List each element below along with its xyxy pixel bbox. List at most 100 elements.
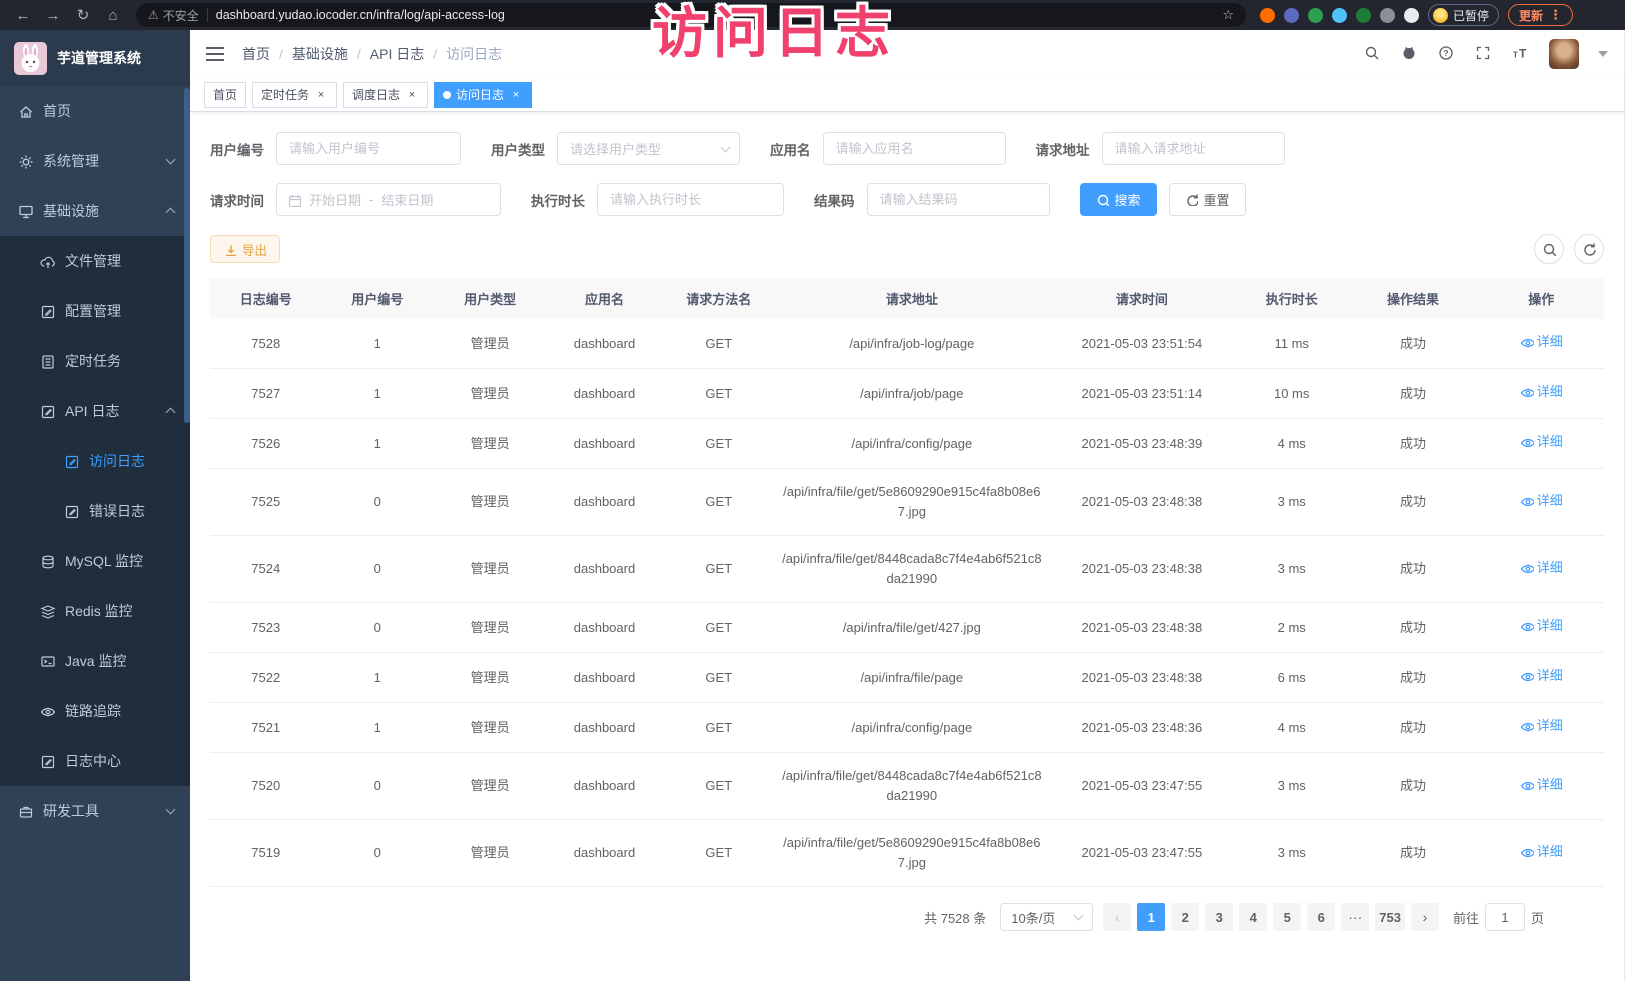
detail-link[interactable]: 详细: [1520, 491, 1563, 511]
jump-page-input[interactable]: [1485, 903, 1525, 931]
breadcrumb-item[interactable]: 首页: [242, 44, 270, 64]
date-range-picker[interactable]: 开始日期 - 结束日期: [276, 183, 501, 216]
page-button-753[interactable]: 753: [1375, 903, 1405, 931]
sidebar-item-错误日志[interactable]: 错误日志: [0, 486, 190, 536]
sidebar-item-api-日志[interactable]: API 日志: [0, 386, 190, 436]
extension-shield[interactable]: [1284, 8, 1299, 23]
access-log-icon: [64, 454, 79, 469]
paused-extension-badge[interactable]: 已暂停: [1428, 4, 1499, 26]
java-icon: [40, 654, 55, 669]
extension-lightblue[interactable]: [1332, 8, 1347, 23]
detail-link[interactable]: 详细: [1520, 382, 1563, 402]
more-pages-button[interactable]: ···: [1341, 903, 1369, 931]
tab-scheduled-tasks[interactable]: 定时任务×: [252, 82, 337, 108]
close-icon[interactable]: ×: [314, 88, 328, 102]
page-button-4[interactable]: 4: [1239, 903, 1267, 931]
back-icon[interactable]: ←: [10, 3, 36, 27]
detail-link[interactable]: 详细: [1520, 616, 1563, 636]
cell-id: 7523: [210, 605, 322, 651]
extension-orange[interactable]: [1260, 8, 1275, 23]
bookmark-star-icon[interactable]: ☆: [1222, 7, 1234, 23]
prev-page-button[interactable]: ‹: [1103, 903, 1131, 931]
home-icon[interactable]: ⌂: [100, 3, 126, 27]
app-name-input[interactable]: [823, 132, 1006, 165]
cell-action: 详细: [1478, 545, 1603, 594]
detail-link[interactable]: 详细: [1520, 666, 1563, 686]
cell-user_type: 管理员: [433, 655, 547, 701]
search-button[interactable]: 搜索: [1080, 183, 1157, 216]
help-icon[interactable]: [1438, 45, 1456, 63]
page-button-3[interactable]: 3: [1205, 903, 1233, 931]
page-button-2[interactable]: 2: [1171, 903, 1199, 931]
forward-icon[interactable]: →: [40, 3, 66, 27]
detail-link[interactable]: 详细: [1520, 558, 1563, 578]
detail-link[interactable]: 详细: [1520, 716, 1563, 736]
sidebar-item-首页[interactable]: 首页: [0, 86, 190, 136]
sidebar-item-配置管理[interactable]: 配置管理: [0, 286, 190, 336]
cell-user_type: 管理员: [433, 705, 547, 751]
column-header-method: 请求方法名: [662, 278, 776, 319]
cell-method: GET: [662, 546, 776, 592]
sidebar-item-文件管理[interactable]: 文件管理: [0, 236, 190, 286]
tab-home[interactable]: 首页: [204, 82, 246, 108]
menu-kebab-icon[interactable]: ⋮: [1549, 7, 1562, 23]
search-icon[interactable]: [1364, 45, 1382, 63]
jump-suffix: 页: [1531, 908, 1544, 927]
result-code-input[interactable]: [867, 183, 1050, 216]
user-type-select[interactable]: 请选择用户类型: [557, 132, 740, 165]
font-size-icon[interactable]: [1512, 45, 1530, 63]
sidebar-item-系统管理[interactable]: 系统管理: [0, 136, 190, 186]
cell-result: 成功: [1347, 479, 1478, 525]
reload-icon[interactable]: ↻: [70, 3, 96, 27]
duration-input[interactable]: [597, 183, 784, 216]
sidebar-item-链路追踪[interactable]: 链路追踪: [0, 686, 190, 736]
page-button-1[interactable]: 1: [1137, 903, 1165, 931]
collapse-sidebar-icon[interactable]: [206, 47, 224, 61]
sidebar-item-定时任务[interactable]: 定时任务: [0, 336, 190, 386]
detail-link[interactable]: 详细: [1520, 332, 1563, 352]
request-url-input[interactable]: [1102, 132, 1285, 165]
fullscreen-icon[interactable]: [1475, 45, 1493, 63]
cell-user_id: 1: [322, 655, 434, 701]
reset-button[interactable]: 重置: [1169, 183, 1246, 216]
sidebar-item-日志中心[interactable]: 日志中心: [0, 736, 190, 786]
extension-green[interactable]: [1308, 8, 1323, 23]
page-size-select[interactable]: 10条/页: [1000, 903, 1093, 931]
close-icon[interactable]: ×: [405, 88, 419, 102]
eye-icon: [1520, 561, 1534, 575]
next-page-button[interactable]: ›: [1411, 903, 1439, 931]
detail-link[interactable]: 详细: [1520, 775, 1563, 795]
sidebar-item-访问日志[interactable]: 访问日志: [0, 436, 190, 486]
extension-white[interactable]: [1404, 8, 1419, 23]
eye-icon: [1520, 845, 1534, 859]
tab-access-log[interactable]: 访问日志×: [434, 82, 532, 108]
user-id-input[interactable]: [276, 132, 461, 165]
extension-darkgreen[interactable]: [1356, 8, 1371, 23]
sidebar-item-基础设施[interactable]: 基础设施: [0, 186, 190, 236]
refresh-table-button[interactable]: [1574, 234, 1604, 264]
chevron-down-icon[interactable]: [1598, 51, 1608, 57]
tab-schedule-log[interactable]: 调度日志×: [343, 82, 428, 108]
detail-link[interactable]: 详细: [1520, 432, 1563, 452]
toggle-search-button[interactable]: [1534, 234, 1564, 264]
breadcrumb-item[interactable]: API 日志: [370, 44, 424, 64]
sidebar-item-java-监控[interactable]: Java 监控: [0, 636, 190, 686]
user-avatar[interactable]: [1549, 39, 1579, 69]
page-button-6[interactable]: 6: [1307, 903, 1335, 931]
browser-update-button[interactable]: 更新⋮: [1508, 4, 1573, 26]
close-icon[interactable]: ×: [509, 88, 523, 102]
sidebar-item-mysql-监控[interactable]: MySQL 监控: [0, 536, 190, 586]
sidebar-item-研发工具[interactable]: 研发工具: [0, 786, 190, 836]
sidebar-item-redis-监控[interactable]: Redis 监控: [0, 586, 190, 636]
cell-action: 详细: [1478, 419, 1603, 468]
breadcrumb-item[interactable]: 基础设施: [292, 44, 348, 64]
detail-link[interactable]: 详细: [1520, 842, 1563, 862]
extension-gray[interactable]: [1380, 8, 1395, 23]
export-button[interactable]: 导出: [210, 235, 280, 263]
task-icon: [40, 354, 55, 369]
security-warning[interactable]: ⚠不安全: [148, 7, 199, 24]
address-bar[interactable]: ⚠不安全 dashboard.yudao.iocoder.cn/infra/lo…: [136, 3, 1246, 27]
logo[interactable]: 芋道管理系统: [0, 30, 190, 86]
page-button-5[interactable]: 5: [1273, 903, 1301, 931]
github-icon[interactable]: [1401, 45, 1419, 63]
